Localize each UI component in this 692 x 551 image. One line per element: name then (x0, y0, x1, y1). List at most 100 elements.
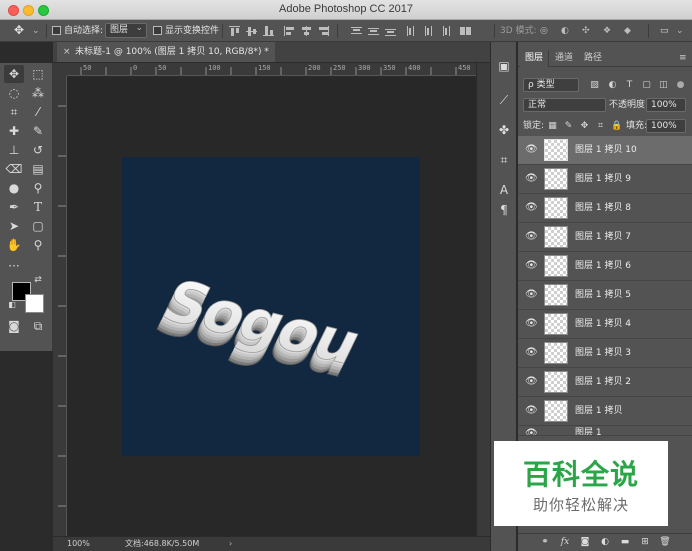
gradient-tool-icon[interactable]: ▤ (28, 160, 48, 178)
horizontal-ruler[interactable]: 50 0 50 100 150 200 250 300 350 400 450 (67, 63, 476, 76)
blur-tool-icon[interactable]: ● (4, 179, 24, 197)
tab-layers[interactable]: 图层 (520, 50, 550, 67)
eyedropper-tool-icon[interactable]: ⁄ (28, 103, 48, 121)
smart-object-filter-icon[interactable]: ◫ (658, 80, 669, 91)
chevron-right-icon[interactable]: › (229, 537, 232, 551)
auto-align-icon[interactable] (460, 26, 471, 36)
layer-row[interactable]: 👁 图层 1 拷贝 9 (518, 165, 692, 194)
blend-mode-dropdown[interactable]: 正常 (523, 98, 606, 112)
more-tools-icon[interactable]: ··· (4, 257, 24, 275)
visibility-eye-icon[interactable]: 👁 (525, 376, 538, 388)
quick-mask-icon[interactable]: ◙ (4, 317, 24, 335)
paragraph-icon[interactable]: ¶ (496, 202, 512, 218)
visibility-eye-icon[interactable]: 👁 (525, 231, 538, 243)
layer-filter-dropdown[interactable]: ρ 类型 (523, 78, 579, 92)
background-color-swatch[interactable] (25, 294, 44, 313)
3d-drag-icon[interactable]: ✣ (582, 24, 590, 38)
new-layer-icon[interactable]: ⊞ (639, 536, 651, 548)
dodge-tool-icon[interactable]: ⚲ (28, 179, 48, 197)
move-tool-icon[interactable]: ✥ (4, 65, 24, 83)
new-group-icon[interactable]: ▬ (619, 536, 631, 548)
delete-layer-icon[interactable]: 🗑 (659, 536, 671, 548)
show-transform-checkbox[interactable] (153, 26, 162, 35)
close-icon[interactable]: × (63, 42, 71, 62)
chevron-down-icon[interactable]: ⌄ (676, 24, 684, 38)
canvas-area[interactable]: Sogou Sogou Sogou Sogou Sogou Sogou (67, 77, 476, 536)
layer-row[interactable]: 👁 图层 1 拷贝 4 (518, 310, 692, 339)
visibility-eye-icon[interactable]: 👁 (525, 260, 538, 272)
visibility-eye-icon[interactable]: 👁 (525, 428, 538, 435)
align-vcenter-icon[interactable] (246, 26, 257, 36)
swap-colors-icon[interactable]: ⇄ (28, 271, 48, 289)
libraries-icon[interactable]: ▣ (496, 58, 512, 74)
align-top-icon[interactable] (229, 26, 240, 36)
link-layers-icon[interactable]: ⚭ (539, 536, 551, 548)
add-mask-icon[interactable]: ◙ (579, 536, 591, 548)
crop-tool-icon[interactable]: ⌗ (4, 103, 24, 121)
lock-all-icon[interactable]: 🔒 (611, 121, 622, 132)
visibility-eye-icon[interactable]: 👁 (525, 144, 538, 156)
vertical-ruler[interactable] (53, 76, 67, 536)
hand-tool-icon[interactable]: ✋ (4, 236, 24, 254)
align-right-icon[interactable] (318, 26, 329, 36)
layer-row[interactable]: 👁 图层 1 (518, 426, 692, 436)
layer-row-selected[interactable]: 👁 图层 1 拷贝 10 (518, 136, 692, 165)
pen-tool-icon[interactable]: ✒ (4, 198, 24, 216)
layer-row[interactable]: 👁 图层 1 拷贝 6 (518, 252, 692, 281)
clone-stamp-tool-icon[interactable]: ⊥ (4, 141, 24, 159)
shape-filter-icon[interactable]: ▢ (641, 80, 652, 91)
pixel-filter-icon[interactable]: ▨ (589, 80, 600, 91)
distribute-top-icon[interactable] (351, 26, 362, 36)
lock-artboard-icon[interactable]: ⌗ (595, 121, 606, 132)
shape-tool-icon[interactable]: ▢ (28, 217, 48, 235)
distribute-bottom-icon[interactable] (385, 26, 396, 36)
type-tool-icon[interactable]: T (28, 198, 48, 216)
workspace-icon[interactable]: ▭ (660, 24, 669, 38)
lock-image-icon[interactable]: ✎ (563, 121, 574, 132)
document-canvas[interactable]: Sogou Sogou Sogou Sogou Sogou Sogou (122, 157, 420, 456)
history-brush-tool-icon[interactable]: ↺ (28, 141, 48, 159)
tab-channels[interactable]: 通道 (550, 50, 578, 67)
vertical-scrollbar[interactable] (476, 63, 490, 536)
eraser-tool-icon[interactable]: ⌫ (4, 160, 24, 178)
align-bottom-icon[interactable] (263, 26, 274, 36)
document-tab[interactable]: × 未标题-1 @ 100% (图层 1 拷贝 10, RGB/8*) * (57, 42, 275, 62)
magic-wand-tool-icon[interactable]: ⁂ (28, 84, 48, 102)
chevron-down-icon[interactable]: ⌄ (32, 24, 40, 38)
filter-toggle-icon[interactable]: ● (675, 80, 686, 91)
zoom-tool-icon[interactable]: ⚲ (28, 236, 48, 254)
opacity-input[interactable]: 100% (646, 98, 686, 112)
default-colors-icon[interactable]: ◧ (2, 296, 22, 314)
document-size-info[interactable]: 文档:468.8K/5.50M (125, 537, 199, 551)
panel-menu-icon[interactable]: ≡ (674, 50, 692, 67)
adjustment-filter-icon[interactable]: ◐ (607, 80, 618, 91)
align-left-icon[interactable] (284, 26, 295, 36)
ruler-origin[interactable] (53, 63, 67, 76)
brush-tool-icon[interactable]: ✎ (28, 122, 48, 140)
screen-mode-icon[interactable]: ⧉ (28, 317, 48, 335)
path-selection-tool-icon[interactable]: ➤ (4, 217, 24, 235)
auto-select-checkbox[interactable] (52, 26, 61, 35)
layer-row[interactable]: 👁 图层 1 拷贝 7 (518, 223, 692, 252)
character-icon[interactable]: A (496, 182, 512, 198)
distribute-right-icon[interactable] (440, 26, 451, 36)
visibility-eye-icon[interactable]: 👁 (525, 289, 538, 301)
puzzle-icon[interactable]: ✤ (496, 122, 512, 138)
3d-roll-icon[interactable]: ◐ (561, 24, 569, 38)
distribute-vcenter-icon[interactable] (368, 26, 379, 36)
layer-row[interactable]: 👁 图层 1 拷贝 5 (518, 281, 692, 310)
lock-transparent-icon[interactable]: ▦ (547, 121, 558, 132)
layer-style-icon[interactable]: fx (559, 536, 571, 548)
crop-icon[interactable]: ⌗ (496, 152, 512, 168)
layer-row[interactable]: 👁 图层 1 拷贝 (518, 397, 692, 426)
3d-orbit-icon[interactable]: ◎ (540, 24, 548, 38)
layer-row[interactable]: 👁 图层 1 拷贝 2 (518, 368, 692, 397)
tab-paths[interactable]: 路径 (579, 50, 607, 67)
3d-slide-icon[interactable]: ❖ (603, 24, 611, 38)
3d-scale-icon[interactable]: ◆ (624, 24, 631, 38)
visibility-eye-icon[interactable]: 👁 (525, 318, 538, 330)
distribute-left-icon[interactable] (406, 26, 417, 36)
lasso-tool-icon[interactable]: ◌ (4, 84, 24, 102)
layer-row[interactable]: 👁 图层 1 拷贝 8 (518, 194, 692, 223)
layer-row[interactable]: 👁 图层 1 拷贝 3 (518, 339, 692, 368)
